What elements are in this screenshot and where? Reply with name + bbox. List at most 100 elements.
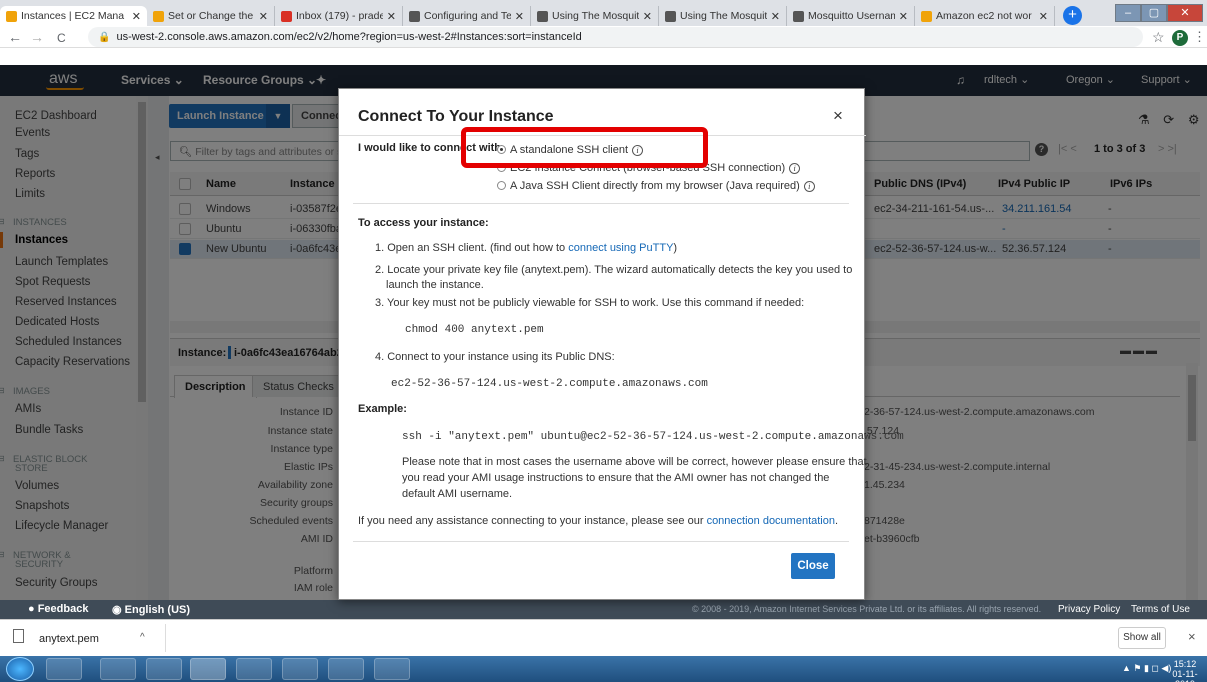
step-1: 1. Open an SSH client. (find out how to … (375, 242, 678, 254)
browser-tab[interactable]: Inbox (179) - pradee ✕ (275, 6, 403, 26)
tab-favicon-icon (281, 10, 292, 22)
lock-icon: 🔒 (98, 31, 111, 43)
url-input[interactable]: 🔒 us-west-2.console.aws.amazon.com/ec2/v… (88, 27, 1143, 47)
tab-label: Instances | EC2 Mana (21, 10, 125, 22)
tab-favicon-icon (793, 10, 804, 22)
section-divider (353, 203, 849, 204)
putty-icon[interactable] (328, 658, 364, 680)
chmod-command: chmod 400 anytext.pem (405, 324, 544, 336)
download-shelf: anytext.pem ^ Show all × (0, 619, 1207, 656)
profile-avatar[interactable]: P (1172, 30, 1188, 46)
tab-close-icon[interactable]: ✕ (132, 10, 141, 23)
connection-docs-link[interactable]: connection documentation (707, 515, 835, 527)
note-line3: default AMI username. (402, 488, 513, 500)
tab-close-icon[interactable]: ✕ (899, 10, 908, 23)
browser-tab[interactable]: Using The Mosquitto ✕ (659, 6, 787, 26)
step-2-line1: 2. Locate your private key file (anytext… (375, 264, 853, 276)
browser-tab[interactable]: Set or Change the Re ✕ (147, 6, 275, 26)
browser-tab[interactable]: Using The Mosquitto ✕ (531, 6, 659, 26)
reload-icon[interactable]: C (57, 31, 66, 45)
tab-label: Using The Mosquitto (680, 10, 767, 22)
tab-close-icon[interactable]: ✕ (1039, 10, 1048, 23)
tab-close-icon[interactable]: ✕ (387, 10, 396, 23)
maximize-icon[interactable]: ▢ (1141, 4, 1167, 22)
feedback-link[interactable]: ● Feedback (28, 603, 88, 615)
note-line1: Please note that in most cases the usern… (402, 456, 867, 468)
tab-favicon-icon (6, 10, 17, 22)
tab-favicon-icon (409, 10, 420, 22)
tab-label: Configuring and Test (424, 10, 511, 22)
tab-label: Set or Change the Re (168, 10, 255, 22)
public-dns-value: ec2-52-36-57-124.us-west-2.compute.amazo… (391, 378, 708, 390)
tab-close-icon[interactable]: ✕ (259, 10, 268, 23)
radio-java-ssh[interactable] (497, 181, 506, 190)
tab-favicon-icon (153, 10, 164, 22)
forward-icon[interactable]: → (30, 29, 44, 45)
example-heading: Example: (358, 403, 407, 415)
clock-date: 01-11-2019 (1172, 669, 1198, 682)
footer-divider (353, 541, 849, 542)
tab-label: Using The Mosquitto (552, 10, 639, 22)
putty-link[interactable]: connect using PuTTY (568, 242, 673, 254)
back-icon[interactable]: ← (8, 29, 22, 45)
file-icon (13, 629, 24, 643)
tab-label: Mosquitto Username (808, 10, 895, 22)
modal-close-icon[interactable]: × (833, 106, 843, 126)
tab-close-icon[interactable]: ✕ (515, 10, 524, 23)
privacy-policy-link[interactable]: Privacy Policy (1058, 604, 1120, 615)
network-app-icon[interactable] (282, 658, 318, 680)
assist-text: If you need any assistance connecting to… (358, 515, 839, 527)
media-icon[interactable] (146, 658, 182, 680)
start-button-icon[interactable] (6, 657, 34, 681)
tab-label: Amazon ec2 not wor (936, 10, 1032, 22)
browser-tab[interactable]: Amazon ec2 not wor ✕ (915, 6, 1055, 26)
clock-time: 15:12 (1173, 659, 1197, 669)
browser-tab[interactable]: Mosquitto Username ✕ (787, 6, 915, 26)
new-tab-button[interactable]: + (1063, 6, 1082, 25)
browser-menu-icon[interactable]: ⋮ (1193, 29, 1206, 45)
ssh-command: ssh -i "anytext.pem" ubuntu@ec2-52-36-57… (402, 431, 904, 443)
shelf-divider (165, 624, 166, 652)
access-heading: To access your instance: (358, 217, 489, 229)
tab-favicon-icon (537, 10, 548, 22)
option-java-ssh[interactable]: A Java SSH Client directly from my brows… (497, 180, 815, 192)
browser-tab[interactable]: Configuring and Test ✕ (403, 6, 531, 26)
step-2-line2: launch the instance. (386, 279, 484, 291)
windows-taskbar: ▲ ⚑ ▮ ◻ ◀) 15:12 01-11-2019 (0, 656, 1207, 682)
terms-of-use-link[interactable]: Terms of Use (1131, 604, 1190, 615)
red-highlight-box (461, 127, 708, 168)
ie-icon[interactable] (46, 658, 82, 680)
close-shelf-icon[interactable]: × (1188, 629, 1196, 644)
info-icon[interactable]: i (789, 163, 801, 174)
minimize-icon[interactable]: ‒ (1115, 4, 1141, 22)
language-selector[interactable]: ◉ English (US) (112, 603, 190, 616)
url-text: us-west-2.console.aws.amazon.com/ec2/v2/… (116, 31, 582, 43)
browser-tab[interactable]: Instances | EC2 Mana ✕ (0, 6, 147, 26)
aws-footer: ● Feedback ◉ English (US) © 2008 - 2019,… (0, 600, 1207, 619)
chrome-icon[interactable] (190, 658, 226, 680)
close-button[interactable]: Close (791, 553, 835, 579)
downloaded-file[interactable]: anytext.pem (39, 633, 99, 645)
tab-close-icon[interactable]: ✕ (643, 10, 652, 23)
speech-bubble-icon: ● (28, 603, 38, 615)
step-3: 3. Your key must not be publicly viewabl… (375, 297, 805, 309)
word-icon[interactable] (374, 658, 410, 680)
window-close-icon[interactable]: ✕ (1167, 4, 1203, 22)
chevron-up-icon[interactable]: ^ (140, 632, 145, 643)
copyright-text: © 2008 - 2019, Amazon Internet Services … (692, 604, 1042, 614)
globe-icon: ◉ (112, 604, 125, 616)
tab-close-icon[interactable]: ✕ (771, 10, 780, 23)
step-4: 4. Connect to your instance using its Pu… (375, 351, 615, 363)
bookmark-star-icon[interactable]: ☆ (1152, 29, 1165, 46)
clock[interactable]: 15:12 01-11-2019 (1163, 659, 1207, 682)
window-controls: ‒ ▢ ✕ (1115, 4, 1203, 22)
modal-title: Connect To Your Instance (358, 108, 554, 125)
explorer-icon[interactable] (100, 658, 136, 680)
tab-favicon-icon (665, 10, 676, 22)
show-all-button[interactable]: Show all (1118, 627, 1166, 649)
info-icon[interactable]: i (803, 181, 815, 192)
tab-favicon-icon (921, 10, 932, 22)
tab-label: Inbox (179) - pradee (296, 10, 383, 22)
app-icon[interactable] (236, 658, 272, 680)
note-line2: you read your AMI usage instructions to … (402, 472, 830, 484)
